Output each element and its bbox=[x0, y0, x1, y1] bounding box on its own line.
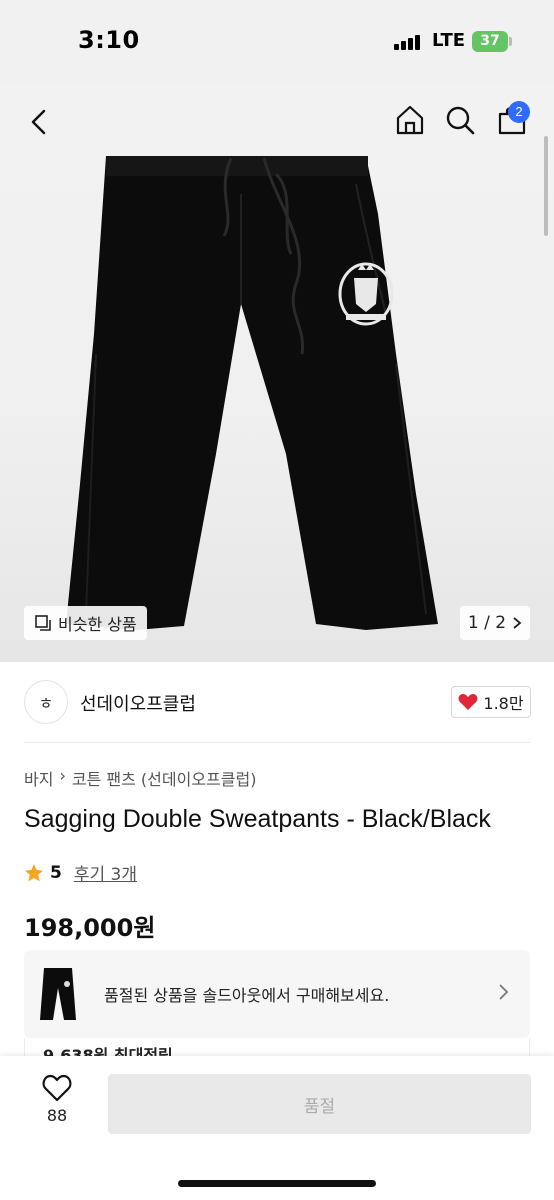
home-indicator bbox=[178, 1180, 376, 1187]
brand-name[interactable]: 선데이오프클럽 bbox=[80, 690, 196, 716]
home-icon bbox=[396, 105, 424, 135]
home-button[interactable] bbox=[392, 102, 428, 138]
heart-icon bbox=[458, 694, 478, 710]
brand-like-count: 1.8만 bbox=[483, 694, 524, 713]
star-icon bbox=[25, 863, 43, 881]
signal-icon bbox=[394, 34, 424, 50]
battery-level: 37 bbox=[480, 33, 500, 49]
network-label: LTE bbox=[432, 30, 466, 51]
brand-logo-text: ㅎ bbox=[38, 694, 54, 713]
product-title: Sagging Double Sweatpants - Black/Black bbox=[24, 805, 491, 833]
cart-badge: 2 bbox=[508, 101, 530, 123]
page-indicator-text: 1 / 2 bbox=[467, 613, 507, 633]
chevron-right-icon bbox=[513, 617, 522, 629]
back-icon bbox=[31, 109, 46, 135]
similar-icon bbox=[35, 615, 51, 631]
soldout-message: 품절된 상품을 솔드아웃에서 구매해보세요. bbox=[104, 986, 390, 1005]
points-text: 9,638원 최대적립 bbox=[43, 1046, 173, 1056]
brand-like-button[interactable]: 1.8만 bbox=[451, 686, 531, 718]
bottom-action-bar: 88 품절 bbox=[0, 1056, 554, 1200]
similar-products-button[interactable]: 비슷한 상품 bbox=[24, 606, 147, 640]
product-image bbox=[66, 156, 438, 630]
wishlist-button[interactable]: 88 bbox=[30, 1074, 84, 1132]
product-price: 198,000원 bbox=[24, 914, 156, 942]
breadcrumb-item-subcategory[interactable]: 코튼 팬츠 (선데이오프클럽) bbox=[72, 766, 257, 790]
battery-icon: 37 bbox=[472, 31, 508, 52]
soldout-banner[interactable]: 품절된 상품을 솔드아웃에서 구매해보세요. bbox=[24, 950, 530, 1038]
brand-logo[interactable]: ㅎ bbox=[24, 680, 68, 724]
battery-cap bbox=[509, 37, 512, 46]
soldout-buy-button[interactable]: 품절 bbox=[108, 1074, 531, 1134]
rating-score: 5 bbox=[50, 862, 62, 883]
similar-products-label: 비슷한 상품 bbox=[58, 615, 137, 634]
product-image-gallery[interactable] bbox=[0, 84, 554, 662]
reviews-link[interactable]: 후기 3개 bbox=[74, 860, 137, 885]
breadcrumb-item-category[interactable]: 바지 bbox=[24, 766, 53, 790]
wishlist-count: 88 bbox=[46, 1106, 68, 1125]
divider bbox=[24, 742, 530, 743]
heart-icon bbox=[42, 1074, 72, 1102]
search-button[interactable] bbox=[442, 102, 478, 138]
points-row: 9,638원 최대적립 bbox=[24, 1038, 530, 1056]
chevron-right-icon bbox=[499, 984, 509, 1000]
status-time: 3:10 bbox=[78, 26, 140, 54]
gallery-page-indicator[interactable]: 1 / 2 bbox=[460, 606, 530, 640]
breadcrumb-separator: › bbox=[59, 766, 66, 785]
status-bar: 3:10 LTE 37 bbox=[0, 0, 554, 84]
breadcrumb: 바지 › 코튼 팬츠 (선데이오프클럽) bbox=[24, 766, 256, 790]
rating-row: 5 후기 3개 bbox=[24, 860, 137, 885]
back-button[interactable] bbox=[22, 104, 58, 140]
search-icon bbox=[446, 106, 475, 135]
scroll-indicator[interactable] bbox=[544, 136, 548, 236]
soldout-thumbnail bbox=[40, 968, 76, 1020]
